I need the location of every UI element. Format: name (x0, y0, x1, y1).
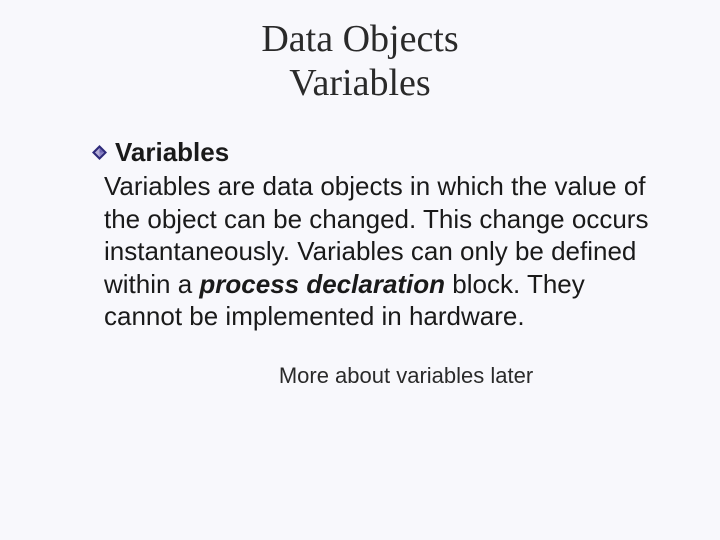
slide-title-block: Data Objects Variables (60, 18, 660, 105)
body-text: Variables are data objects in which the … (92, 170, 660, 333)
footnote: More about variables later (92, 363, 660, 389)
slide-title-line-2: Variables (60, 62, 660, 106)
slide: Data Objects Variables Variables Variabl… (0, 0, 720, 540)
body-emphasis: process declaration (199, 269, 445, 299)
bullet-heading: Variables (115, 137, 229, 168)
slide-content: Variables Variables are data objects in … (60, 137, 660, 389)
diamond-bullet-icon (92, 145, 107, 160)
bullet-item: Variables (92, 137, 660, 168)
slide-title-line-1: Data Objects (60, 18, 660, 62)
